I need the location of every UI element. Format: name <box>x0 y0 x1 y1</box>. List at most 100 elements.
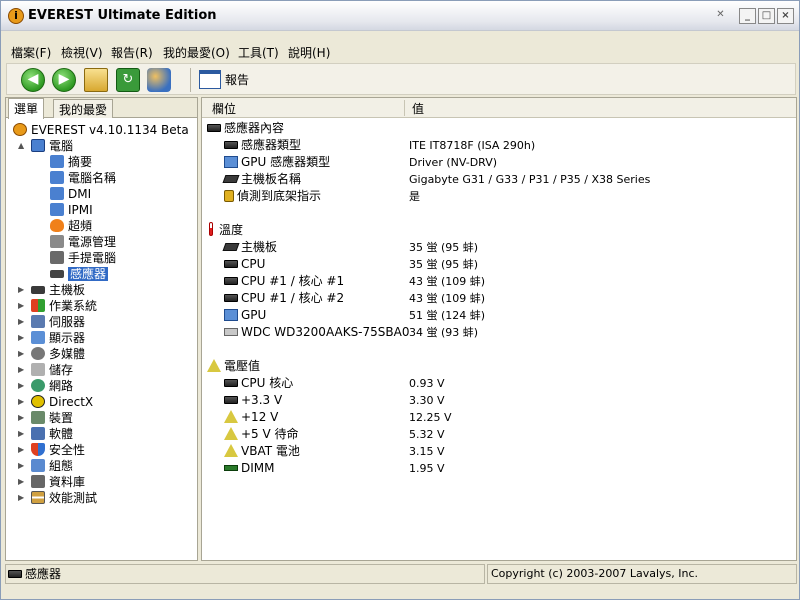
expand-icon[interactable]: ▶ <box>18 365 27 374</box>
back-icon[interactable]: ◀ <box>21 68 45 92</box>
row-field: CPU 核心 <box>241 376 294 390</box>
tree-item-software[interactable]: 軟體 <box>31 426 73 442</box>
hourglass-icon <box>31 491 45 504</box>
tree-item-ipmi[interactable]: IPMI <box>50 202 93 218</box>
shield-icon <box>31 443 45 456</box>
tree-item-label: 儲存 <box>49 363 74 377</box>
tree-item-label: 電腦名稱 <box>68 171 117 185</box>
tree-item-network[interactable]: 網路 <box>31 378 73 394</box>
menu-view[interactable]: 檢視(V) <box>61 44 103 61</box>
expand-icon[interactable]: ▶ <box>18 429 27 438</box>
tree-item-display[interactable]: 顯示器 <box>31 330 85 346</box>
tree-item-summary[interactable]: 摘要 <box>50 154 92 170</box>
server-icon <box>31 315 45 328</box>
tree-item-dmi[interactable]: DMI <box>50 186 91 202</box>
menu-tools[interactable]: 工具(T) <box>238 44 279 61</box>
column-field-header[interactable]: 欄位 <box>212 100 236 117</box>
cpu-icon <box>224 294 238 302</box>
table-row[interactable]: +5 V 待命 <box>224 426 299 443</box>
row-field: CPU #1 / 核心 #2 <box>241 291 345 305</box>
tree-root-label: EVEREST v4.10.1134 Beta <box>31 123 189 137</box>
expand-icon[interactable]: ▶ <box>18 397 27 406</box>
report-button[interactable]: 報告 <box>197 67 249 93</box>
table-row[interactable]: CPU #1 / 核心 #1 <box>224 273 344 290</box>
tree-item-laptop[interactable]: 手提電腦 <box>50 250 116 266</box>
expand-icon[interactable]: ▶ <box>18 477 27 486</box>
forward-icon[interactable]: ▶ <box>52 68 76 92</box>
menu-report[interactable]: 報告(R) <box>111 44 153 61</box>
users-icon[interactable] <box>147 68 171 92</box>
section-header-voltage: 電壓值 <box>207 358 260 375</box>
menu-help[interactable]: 說明(H) <box>288 44 330 61</box>
tree-item-overclock[interactable]: 超頻 <box>50 218 92 234</box>
tree-item-database[interactable]: 資料庫 <box>31 474 85 490</box>
collapse-icon[interactable]: ▲ <box>18 141 27 150</box>
table-row[interactable]: 主機板 <box>222 239 277 256</box>
expand-icon[interactable]: ▶ <box>18 285 27 294</box>
table-row[interactable]: VBAT 電池 <box>224 443 300 460</box>
expand-icon[interactable]: ▶ <box>18 317 27 326</box>
up-folder-icon[interactable] <box>84 68 108 92</box>
table-row[interactable]: GPU <box>224 307 266 324</box>
row-value: Gigabyte G31 / G33 / P31 / P35 / X38 Ser… <box>409 173 651 186</box>
menu-file[interactable]: 檔案(F) <box>11 44 51 61</box>
expand-icon[interactable]: ▶ <box>18 461 27 470</box>
database-icon <box>31 475 45 488</box>
motherboard-icon <box>222 243 240 251</box>
expand-icon[interactable]: ▶ <box>18 381 27 390</box>
refresh-icon[interactable]: ↻ <box>116 68 140 92</box>
tree-item-os[interactable]: 作業系統 <box>31 298 97 314</box>
expand-icon[interactable]: ▶ <box>18 445 27 454</box>
tree-item-config[interactable]: 組態 <box>31 458 73 474</box>
table-row[interactable]: DIMM <box>224 460 275 477</box>
close-button[interactable]: × <box>777 8 794 24</box>
tree-item-label: 效能測試 <box>49 491 98 505</box>
table-row[interactable]: CPU 核心 <box>224 375 293 392</box>
tree-item-devices[interactable]: 裝置 <box>31 410 73 426</box>
tree-item-sensor[interactable]: 感應器 <box>50 266 109 282</box>
tree-item-server[interactable]: 伺服器 <box>31 314 85 330</box>
expand-icon[interactable]: ▶ <box>18 493 27 502</box>
minimize-button[interactable]: _ <box>739 8 756 24</box>
table-row[interactable]: GPU 感應器類型 <box>224 154 330 171</box>
tree-item-directx[interactable]: DirectX <box>31 394 93 410</box>
expand-icon[interactable]: ▶ <box>18 413 27 422</box>
tree-item-computer-name[interactable]: 電腦名稱 <box>50 170 116 186</box>
tree-item-security[interactable]: 安全性 <box>31 442 85 458</box>
table-row[interactable]: 偵測到底架指示 <box>224 188 321 205</box>
row-value: 12.25 V <box>409 411 452 424</box>
table-row[interactable]: +3.3 V <box>224 392 282 409</box>
close-child-icon[interactable]: ✕ <box>712 8 729 24</box>
table-row[interactable]: +12 V <box>224 409 278 426</box>
menu-favorites[interactable]: 我的最愛(O) <box>163 44 230 61</box>
report-icon <box>199 70 221 89</box>
column-divider[interactable] <box>404 100 405 116</box>
expand-icon[interactable]: ▶ <box>18 349 27 358</box>
tree-item-multimedia[interactable]: 多媒體 <box>31 346 85 362</box>
window-title: EVEREST Ultimate Edition <box>28 8 217 23</box>
tree-root[interactable]: EVEREST v4.10.1134 Beta <box>13 122 189 138</box>
table-row[interactable]: CPU #1 / 核心 #2 <box>224 290 344 307</box>
status-current-page: 感應器 <box>5 564 485 584</box>
tree-item-motherboard[interactable]: 主機板 <box>31 282 85 298</box>
windows-logo-icon <box>31 299 45 312</box>
tree-item-benchmark[interactable]: 效能測試 <box>31 490 97 506</box>
table-row[interactable]: CPU <box>224 256 265 273</box>
tab-menu[interactable]: 選單 <box>8 98 45 119</box>
table-row[interactable]: WDC WD3200AAKS-75SBA0 <box>224 324 409 341</box>
column-value-header[interactable]: 值 <box>412 100 424 117</box>
tree-item-label: 伺服器 <box>49 315 86 329</box>
table-row[interactable]: 感應器類型 <box>224 137 301 154</box>
table-row[interactable]: 主機板名稱 <box>222 171 301 188</box>
section-title: 電壓值 <box>224 359 261 373</box>
tree-item-label: 顯示器 <box>49 331 86 345</box>
config-icon <box>31 459 45 472</box>
expand-icon[interactable]: ▶ <box>18 333 27 342</box>
maximize-button[interactable]: □ <box>758 8 775 24</box>
tab-favorites[interactable]: 我的最愛 <box>53 99 114 118</box>
expand-icon[interactable]: ▶ <box>18 301 27 310</box>
tree-item-power[interactable]: 電源管理 <box>50 234 116 250</box>
title-bar[interactable]: i EVEREST Ultimate Edition _ □ × ✕ <box>1 1 799 31</box>
tree-item-storage[interactable]: 儲存 <box>31 362 73 378</box>
tree-item-computer[interactable]: 電腦 <box>31 138 73 154</box>
